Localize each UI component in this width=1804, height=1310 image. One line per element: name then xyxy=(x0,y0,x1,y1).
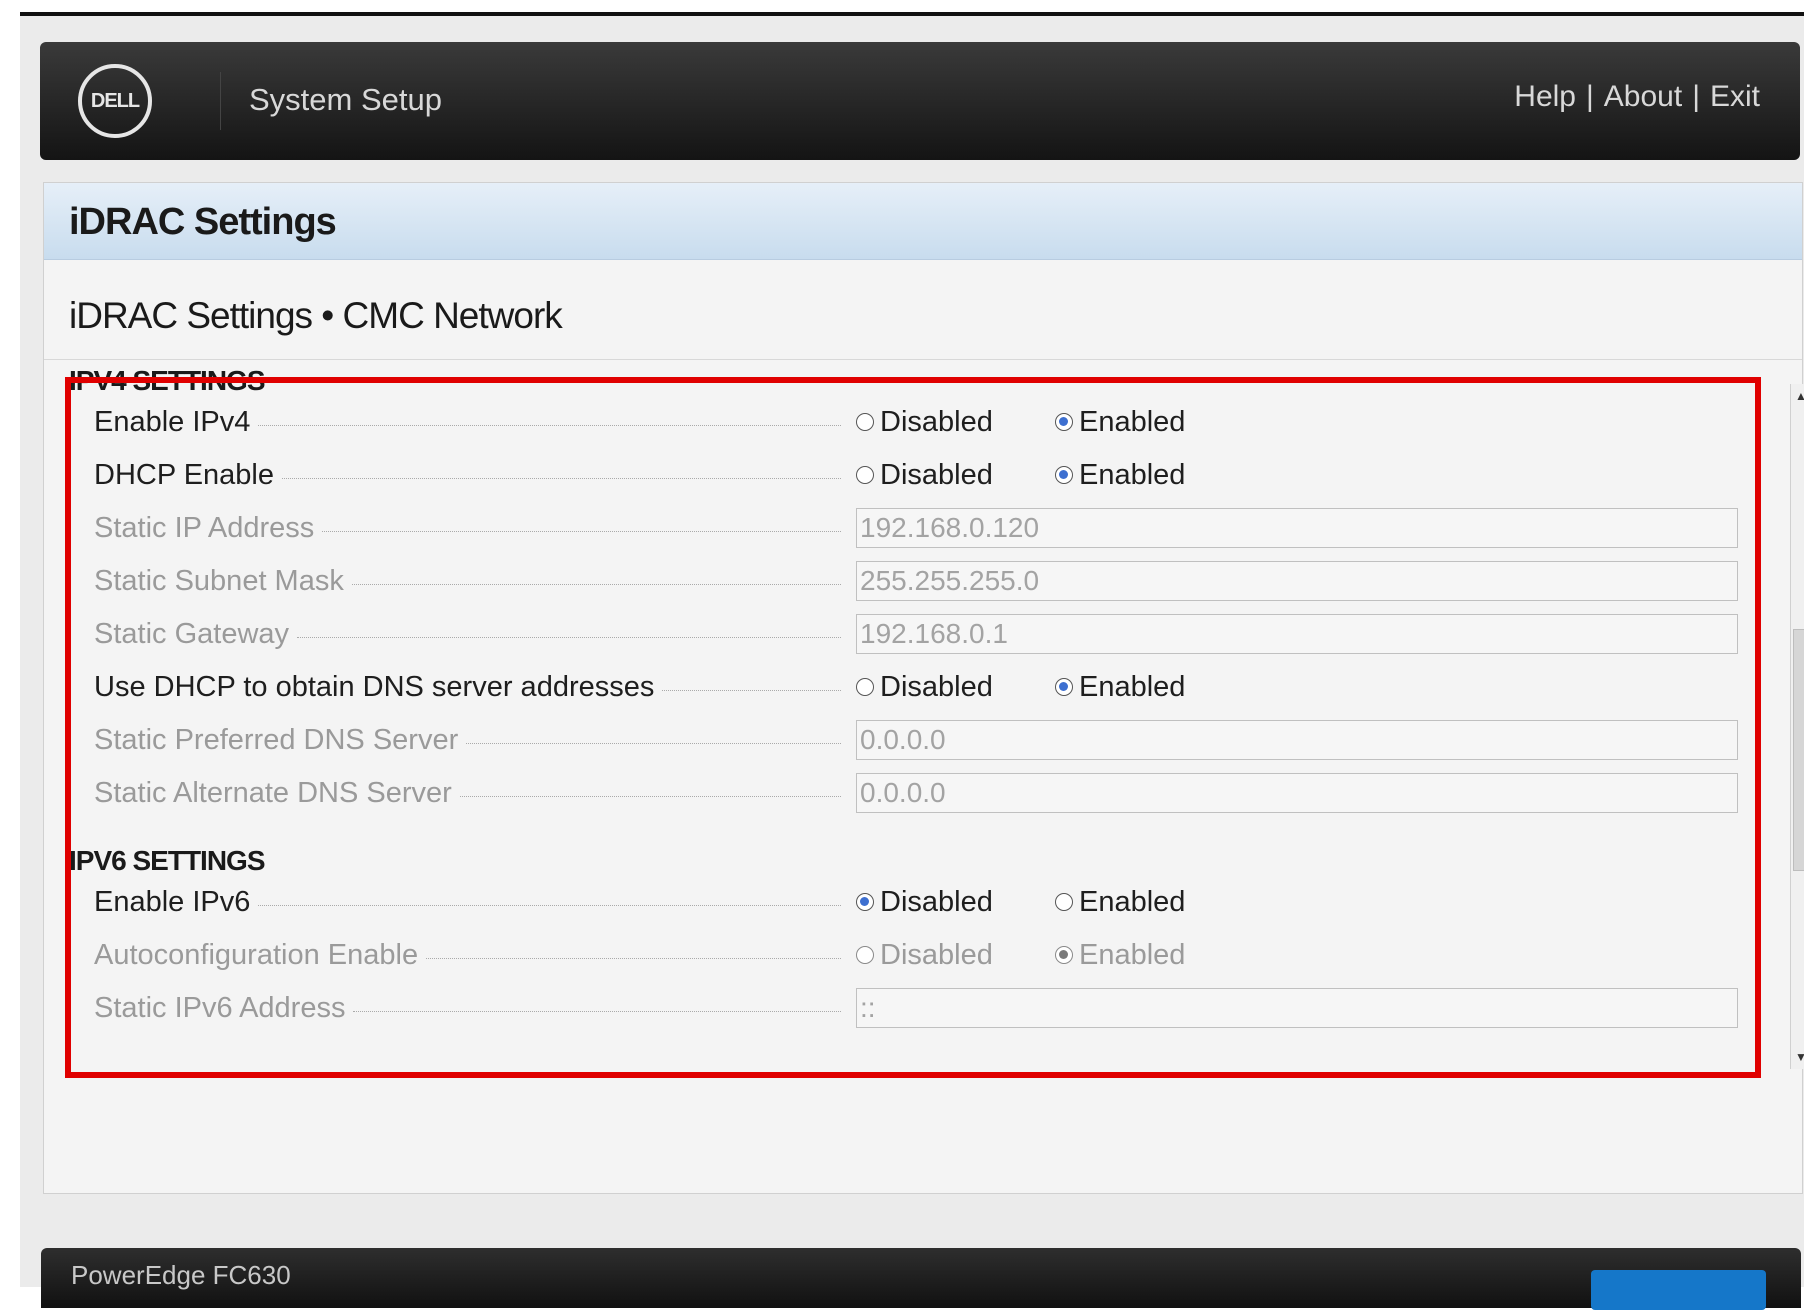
breadcrumb: iDRAC Settings • CMC Network xyxy=(69,295,563,336)
setting-label: DHCP Enable xyxy=(94,450,844,500)
logo-divider xyxy=(220,72,221,130)
dell-logo: DELL xyxy=(78,64,152,138)
setting-row-dhcp-enable: DHCP Enable Disabled Enabled xyxy=(44,450,1744,500)
scroll-down-icon[interactable]: ▼ xyxy=(1791,1045,1804,1069)
setting-label: Static Preferred DNS Server xyxy=(94,715,844,765)
screen: DELL System Setup Help | About | Exit iDRAC … xyxy=(20,12,1804,1287)
setting-label: Static IP Address xyxy=(94,503,844,553)
nav-separator: | xyxy=(1585,80,1594,113)
setting-label: Static Gateway xyxy=(94,609,844,659)
radio-off-icon xyxy=(856,678,874,696)
app-title: System Setup xyxy=(249,82,442,117)
radio-off-icon xyxy=(856,946,874,964)
setting-label: Enable IPv6 xyxy=(94,877,844,927)
setting-row-alternate-dns: Static Alternate DNS Server 0.0.0.0 xyxy=(44,768,1744,818)
static-ipv6-field[interactable]: :: xyxy=(856,988,1738,1028)
exit-link[interactable]: Exit xyxy=(1710,80,1760,113)
setting-label: Static IPv6 Address xyxy=(94,983,844,1033)
ipv6-section-title: IPV6 SETTINGS xyxy=(69,845,265,876)
static-gateway-field[interactable]: 192.168.0.1 xyxy=(856,614,1738,654)
setting-row-enable-ipv6: Enable IPv6 Disabled Enabled xyxy=(44,877,1744,927)
settings-list: IPV4 SETTINGS Enable IPv4 Disabled Enabl… xyxy=(44,361,1744,1061)
setting-row-dhcp-dns: Use DHCP to obtain DNS server addresses … xyxy=(44,662,1744,712)
setting-label: Static Subnet Mask xyxy=(94,556,844,606)
radio-on-icon xyxy=(1055,413,1073,431)
setting-label: Static Alternate DNS Server xyxy=(94,768,844,818)
setting-row-static-ip: Static IP Address 192.168.0.120 xyxy=(44,503,1744,553)
setting-row-autoconfig: Autoconfiguration Enable Disabled Enable… xyxy=(44,930,1744,980)
panel-header: iDRAC Settings xyxy=(44,183,1802,260)
page-title: iDRAC Settings xyxy=(69,201,337,243)
preferred-dns-field[interactable]: 0.0.0.0 xyxy=(856,720,1738,760)
autoconfig-enabled-radio[interactable]: Enabled xyxy=(1055,930,1185,980)
scroll-up-icon[interactable]: ▲ xyxy=(1791,384,1804,408)
dhcp-enable-disabled-radio[interactable]: Disabled xyxy=(856,450,993,500)
setting-row-preferred-dns: Static Preferred DNS Server 0.0.0.0 xyxy=(44,715,1744,765)
radio-off-icon xyxy=(856,466,874,484)
radio-on-icon xyxy=(1055,466,1073,484)
setting-row-enable-ipv4: Enable IPv4 Disabled Enabled xyxy=(44,397,1744,447)
setting-row-static-subnet: Static Subnet Mask 255.255.255.0 xyxy=(44,556,1744,606)
static-ip-field[interactable]: 192.168.0.120 xyxy=(856,508,1738,548)
footer-bar: PowerEdge FC630 xyxy=(41,1248,1801,1310)
radio-off-icon xyxy=(1055,893,1073,911)
setting-row-static-ipv6: Static IPv6 Address :: xyxy=(44,983,1744,1033)
setting-label: Enable IPv4 xyxy=(94,397,844,447)
radio-off-icon xyxy=(856,413,874,431)
settings-panel: iDRAC Settings iDRAC Settings • CMC Netw… xyxy=(43,182,1803,1194)
top-bar: DELL System Setup Help | About | Exit xyxy=(40,42,1800,160)
dhcp-dns-enabled-radio[interactable]: Enabled xyxy=(1055,662,1185,712)
enable-ipv4-enabled-radio[interactable]: Enabled xyxy=(1055,397,1185,447)
scroll-thumb[interactable] xyxy=(1793,629,1804,871)
radio-on-icon xyxy=(1055,678,1073,696)
enable-ipv4-disabled-radio[interactable]: Disabled xyxy=(856,397,993,447)
autoconfig-disabled-radio[interactable]: Disabled xyxy=(856,930,993,980)
ipv4-section-title: IPV4 SETTINGS xyxy=(69,365,265,396)
dhcp-enable-enabled-radio[interactable]: Enabled xyxy=(1055,450,1185,500)
about-link[interactable]: About xyxy=(1604,80,1682,113)
dhcp-dns-disabled-radio[interactable]: Disabled xyxy=(856,662,993,712)
enable-ipv6-enabled-radio[interactable]: Enabled xyxy=(1055,877,1185,927)
setting-row-static-gateway: Static Gateway 192.168.0.1 xyxy=(44,609,1744,659)
radio-on-icon xyxy=(1055,946,1073,964)
setting-label: Use DHCP to obtain DNS server addresses xyxy=(94,662,844,712)
model-name: PowerEdge FC630 xyxy=(71,1260,291,1290)
footer-button[interactable] xyxy=(1591,1270,1766,1310)
breadcrumb-divider xyxy=(44,359,1802,360)
scrollbar[interactable]: ▲ ▼ xyxy=(1790,384,1804,1069)
alternate-dns-field[interactable]: 0.0.0.0 xyxy=(856,773,1738,813)
help-link[interactable]: Help xyxy=(1514,80,1576,113)
top-nav: Help | About | Exit xyxy=(1514,80,1760,114)
nav-separator: | xyxy=(1692,80,1700,113)
enable-ipv6-disabled-radio[interactable]: Disabled xyxy=(856,877,993,927)
setting-label: Autoconfiguration Enable xyxy=(94,930,844,980)
radio-on-icon xyxy=(856,893,874,911)
static-subnet-field[interactable]: 255.255.255.0 xyxy=(856,561,1738,601)
